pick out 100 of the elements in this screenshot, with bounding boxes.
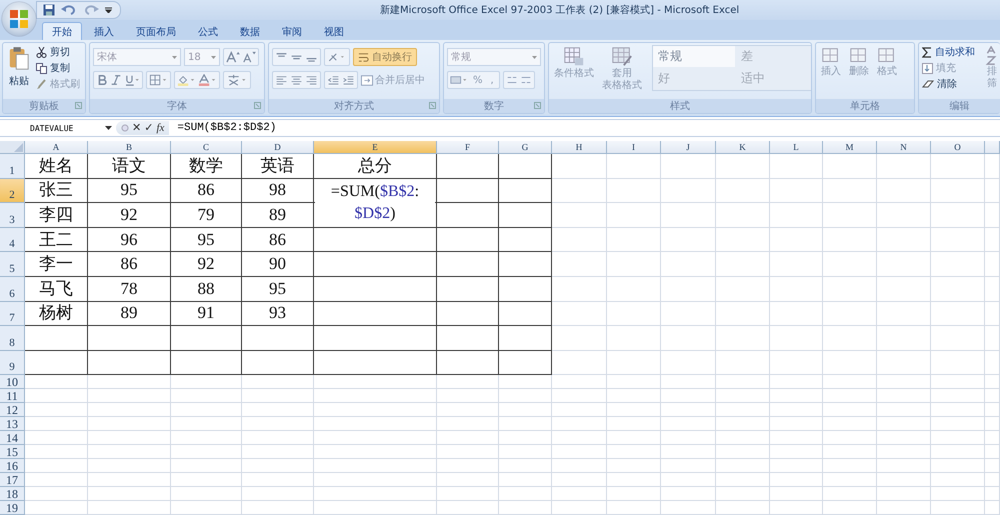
underline-icon[interactable]: [124, 74, 140, 86]
shrink-font-icon[interactable]: [242, 51, 256, 63]
column-header[interactable]: C: [171, 141, 242, 154]
dialog-launcher-icon[interactable]: [254, 102, 261, 109]
paste-button[interactable]: 粘贴: [6, 45, 32, 97]
orientation-icon[interactable]: [327, 51, 347, 63]
ribbon-tab[interactable]: 页面布局: [126, 22, 186, 40]
table-cell: [25, 431, 88, 446]
copy-icon: [36, 62, 47, 74]
row-header[interactable]: 7: [0, 302, 25, 326]
row-header[interactable]: 14: [0, 431, 25, 446]
undo-icon[interactable]: [61, 4, 77, 16]
table-cell: [716, 445, 770, 460]
column-header[interactable]: H: [552, 141, 607, 154]
ribbon-tab[interactable]: 插入: [84, 22, 124, 40]
name-box[interactable]: DATEVALUE: [0, 120, 116, 136]
row-header[interactable]: 6: [0, 276, 25, 302]
column-header[interactable]: B: [88, 141, 171, 154]
column-header[interactable]: G: [499, 141, 552, 154]
redo-icon[interactable]: [83, 4, 99, 16]
increase-decimal-icon[interactable]: [506, 74, 518, 86]
column-header[interactable]: L: [770, 141, 823, 154]
autosum-button[interactable]: 自动求和: [922, 45, 975, 59]
row-header[interactable]: 17: [0, 473, 25, 488]
grow-font-icon[interactable]: [226, 51, 240, 63]
align-left-icon[interactable]: [275, 74, 288, 86]
column-header[interactable]: D: [242, 141, 314, 154]
ribbon-tab[interactable]: 视图: [314, 22, 354, 40]
office-button[interactable]: [2, 2, 36, 36]
row-header[interactable]: 16: [0, 459, 25, 474]
save-icon[interactable]: [43, 4, 55, 16]
table-cell: [437, 487, 499, 502]
table-cell: [607, 403, 661, 418]
table-cell: [552, 252, 607, 277]
row-header[interactable]: 2: [0, 178, 25, 204]
row-header[interactable]: 11: [0, 389, 25, 404]
table-cell: [171, 375, 242, 390]
dialog-launcher-icon[interactable]: [429, 102, 436, 109]
column-header[interactable]: M: [823, 141, 877, 154]
column-header[interactable]: K: [716, 141, 770, 154]
row-header[interactable]: 15: [0, 445, 25, 460]
table-cell: [877, 154, 931, 179]
row-header[interactable]: 1: [0, 154, 25, 179]
copy-button[interactable]: 复制: [36, 61, 80, 75]
row-header[interactable]: 12: [0, 403, 25, 418]
table-cell: [823, 302, 877, 326]
row-header[interactable]: 18: [0, 487, 25, 502]
row-header[interactable]: 10: [0, 375, 25, 390]
table-cell: [499, 228, 552, 252]
table-cell: [770, 203, 823, 228]
table-cell: [770, 375, 823, 390]
dropdown-arrow-icon[interactable]: [105, 126, 112, 130]
table-cell: [552, 203, 607, 228]
borders-icon[interactable]: [149, 74, 168, 86]
fill-color-icon[interactable]: [177, 74, 196, 86]
ribbon-tab[interactable]: 开始: [42, 22, 82, 40]
column-header[interactable]: J: [661, 141, 716, 154]
table-cell: [877, 389, 931, 404]
column-header[interactable]: I: [607, 141, 661, 154]
formula-field[interactable]: =SUM($B$2:$D$2): [169, 122, 276, 134]
column-header[interactable]: F: [437, 141, 499, 154]
increase-indent-icon[interactable]: [342, 74, 355, 86]
ribbon-tab[interactable]: 数据: [230, 22, 270, 40]
phonetic-icon[interactable]: [226, 74, 248, 86]
dropdown-icon[interactable]: [105, 7, 112, 13]
column-header[interactable]: O: [931, 141, 985, 154]
cancel-button[interactable]: ✕: [132, 122, 142, 134]
column-header[interactable]: N: [877, 141, 931, 154]
currency-icon[interactable]: [450, 74, 468, 86]
column-header[interactable]: E: [314, 141, 437, 154]
row-header[interactable]: 19: [0, 501, 25, 515]
column-header[interactable]: A: [25, 141, 88, 154]
italic-icon[interactable]: [110, 74, 122, 86]
row-header[interactable]: 4: [0, 228, 25, 252]
ribbon-tab[interactable]: 公式: [188, 22, 228, 40]
clear-button[interactable]: 清除: [922, 77, 975, 91]
font-color-icon[interactable]: [198, 74, 217, 86]
decrease-decimal-icon[interactable]: [520, 74, 532, 86]
dialog-launcher-icon[interactable]: [534, 102, 541, 109]
insert-function-button[interactable]: fx: [156, 122, 164, 134]
dialog-launcher-icon[interactable]: [75, 102, 82, 109]
ribbon-tab[interactable]: 审阅: [272, 22, 312, 40]
cut-button[interactable]: 剪切: [36, 45, 80, 59]
align-center-icon[interactable]: [290, 74, 303, 86]
decrease-indent-icon[interactable]: [327, 74, 340, 86]
row-header[interactable]: 9: [0, 350, 25, 376]
four-squares-icon: [8, 8, 30, 30]
eraser-icon: [922, 79, 934, 89]
select-all-button[interactable]: [0, 141, 25, 154]
table-cell: [716, 487, 770, 502]
row-header[interactable]: 8: [0, 326, 25, 351]
bold-icon[interactable]: [96, 74, 108, 86]
table-cell: [552, 350, 607, 376]
column-header[interactable]: [985, 141, 1000, 154]
table-cell: [437, 252, 499, 277]
row-header[interactable]: 5: [0, 252, 25, 277]
row-header[interactable]: 13: [0, 417, 25, 432]
align-right-icon[interactable]: [305, 74, 318, 86]
row-header[interactable]: 3: [0, 203, 25, 228]
enter-button[interactable]: ✓: [144, 122, 154, 134]
